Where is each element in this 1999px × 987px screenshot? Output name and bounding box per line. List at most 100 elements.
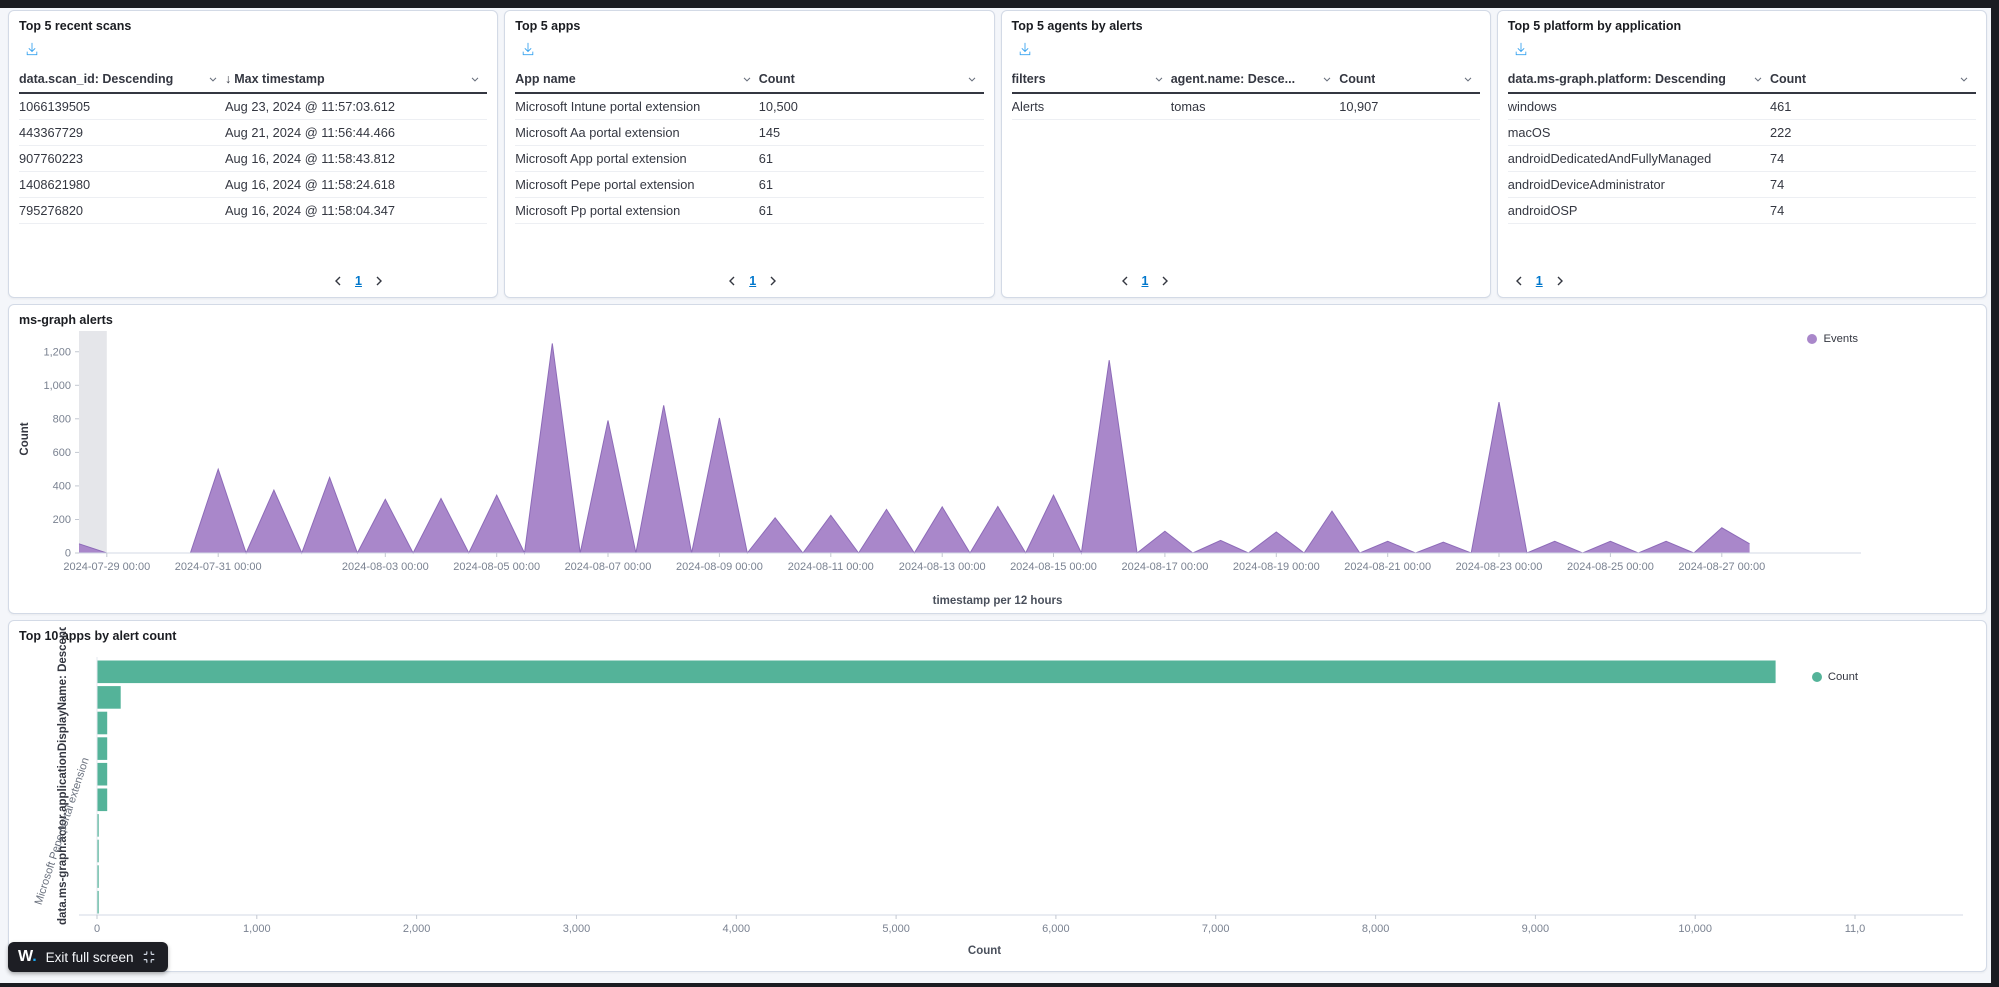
- x-tick-label: 2024-08-25 00:00: [1567, 561, 1654, 573]
- x-tick-label: 2024-08-21 00:00: [1344, 561, 1431, 573]
- partial-bucket-band: [79, 331, 107, 553]
- x-tick-label: 2,000: [403, 923, 431, 935]
- x-axis-title: Count: [9, 945, 1986, 957]
- bar-segment: [98, 789, 108, 812]
- panel-ms-graph-alerts: ms-graph alerts Events Count 2024-07-29 …: [8, 304, 1987, 614]
- panel-top5-apps: Top 5 apps App nameCountMicrosoft Intune…: [504, 10, 994, 298]
- table-cell: androidDedicatedAndFullyManaged: [1508, 146, 1770, 172]
- column-label: agent.name: Desce...: [1171, 72, 1295, 86]
- column-header[interactable]: ↓Max timestamp: [225, 67, 487, 93]
- x-tick-label: 2024-08-09 00:00: [676, 561, 763, 573]
- alerts-bar-chart[interactable]: 01,0002,0003,0004,0005,0006,0007,0008,00…: [19, 653, 1983, 945]
- column-header[interactable]: App name: [515, 67, 758, 93]
- pagination-next-button[interactable]: [1158, 272, 1172, 290]
- x-tick-label: 3,000: [563, 923, 591, 935]
- chevron-right-icon: [1160, 276, 1170, 286]
- table-row: androidDedicatedAndFullyManaged74: [1508, 146, 1976, 172]
- legend-label: Count: [1828, 671, 1858, 683]
- column-header[interactable]: data.ms-graph.platform: Descending: [1508, 67, 1770, 93]
- download-csv-button[interactable]: [1514, 42, 1528, 58]
- table-cell: Microsoft Aa portal extension: [515, 120, 758, 146]
- pagination-next-button[interactable]: [766, 272, 780, 290]
- chevron-left-icon: [333, 276, 343, 286]
- x-tick-label: 2024-08-05 00:00: [453, 561, 540, 573]
- pagination-page-1[interactable]: 1: [355, 274, 362, 288]
- pagination-prev-button[interactable]: [1512, 272, 1526, 290]
- column-header[interactable]: Count: [759, 67, 984, 93]
- table-cell: 1408621980: [19, 172, 225, 198]
- table-cell: Alerts: [1012, 93, 1171, 120]
- pagination-prev-button[interactable]: [725, 272, 739, 290]
- bar-segment: [98, 840, 99, 863]
- column-header[interactable]: Count: [1770, 67, 1976, 93]
- download-csv-button[interactable]: [1018, 42, 1032, 58]
- pagination-page-1[interactable]: 1: [749, 274, 756, 288]
- legend-item-count[interactable]: Count: [1812, 671, 1858, 683]
- pagination: 1: [331, 272, 386, 290]
- table-cell: androidDeviceAdministrator: [1508, 172, 1770, 198]
- column-header[interactable]: data.scan_id: Descending: [19, 67, 225, 93]
- table-row: 795276820Aug 16, 2024 @ 11:58:04.347: [19, 198, 487, 224]
- x-tick-label: 8,000: [1362, 923, 1390, 935]
- chevron-down-icon: [741, 73, 753, 85]
- table-cell: Aug 16, 2024 @ 11:58:43.812: [225, 146, 487, 172]
- events-area-series: [79, 343, 1750, 553]
- panel-top5-agents-by-alerts: Top 5 agents by alerts filtersagent.name…: [1001, 10, 1491, 298]
- legend-item-events[interactable]: Events: [1807, 333, 1858, 345]
- y-axis-title: data.ms-graph.actor.applicationDisplayNa…: [57, 627, 69, 925]
- chevron-down-icon: [1752, 73, 1764, 85]
- table-cell: Aug 16, 2024 @ 11:58:04.347: [225, 198, 487, 224]
- x-tick-label: 2024-08-03 00:00: [342, 561, 429, 573]
- sort-descending-icon: ↓: [225, 72, 231, 86]
- column-header[interactable]: Count: [1339, 67, 1479, 93]
- column-label: filters: [1012, 72, 1046, 86]
- x-tick-label: 5,000: [882, 923, 910, 935]
- column-header[interactable]: filters: [1012, 67, 1171, 93]
- chevron-down-icon: [1321, 73, 1333, 85]
- chevron-down-icon: [207, 73, 219, 85]
- panel-title: ms-graph alerts: [9, 305, 1986, 327]
- table-cell: 10,500: [759, 93, 984, 120]
- table-cell: 443367729: [19, 120, 225, 146]
- table-cell: 907760223: [19, 146, 225, 172]
- pagination-prev-button[interactable]: [1118, 272, 1132, 290]
- exit-fullscreen-button[interactable]: W. Exit full screen: [8, 942, 168, 972]
- pagination-next-button[interactable]: [372, 272, 386, 290]
- y-tick-label: 0: [65, 548, 71, 560]
- table-cell: macOS: [1508, 120, 1770, 146]
- table-row: 907760223Aug 16, 2024 @ 11:58:43.812: [19, 146, 487, 172]
- chevron-down-icon: [1462, 73, 1474, 85]
- pagination-next-button[interactable]: [1553, 272, 1567, 290]
- events-area-chart[interactable]: 2024-07-29 00:002024-07-31 00:002024-08-…: [19, 329, 1983, 595]
- pagination-prev-button[interactable]: [331, 272, 345, 290]
- column-label: data.ms-graph.platform: Descending: [1508, 72, 1726, 86]
- table-cell: 222: [1770, 120, 1976, 146]
- chevron-down-icon: [966, 73, 978, 85]
- chevron-down-icon: [1958, 73, 1970, 85]
- pagination-page-1[interactable]: 1: [1142, 274, 1149, 288]
- wazuh-logo: W.: [18, 948, 37, 966]
- table-cell: 74: [1770, 198, 1976, 224]
- chevron-left-icon: [1514, 276, 1524, 286]
- table-cell: 10,907: [1339, 93, 1479, 120]
- chevron-right-icon: [374, 276, 384, 286]
- table-row: 1408621980Aug 16, 2024 @ 11:58:24.618: [19, 172, 487, 198]
- pagination-page-1[interactable]: 1: [1536, 274, 1543, 288]
- bar-segment: [98, 814, 99, 837]
- y-tick-label: 400: [53, 480, 71, 492]
- download-csv-button[interactable]: [521, 42, 535, 58]
- table-row: Microsoft Aa portal extension145: [515, 120, 983, 146]
- legend-label: Events: [1823, 333, 1858, 345]
- table-cell: Microsoft Intune portal extension: [515, 93, 758, 120]
- table-cell: 1066139505: [19, 93, 225, 120]
- column-header[interactable]: agent.name: Desce...: [1171, 67, 1340, 93]
- y-tick-label: 600: [53, 447, 71, 459]
- x-tick-label: 2024-08-17 00:00: [1121, 561, 1208, 573]
- browser-fullscreen-frame: Top 5 recent scans data.scan_id: Descend…: [0, 0, 1999, 987]
- x-tick-label: 2024-08-13 00:00: [899, 561, 986, 573]
- y-tick-label: 1,200: [43, 346, 71, 358]
- table-cell: Aug 21, 2024 @ 11:56:44.466: [225, 120, 487, 146]
- download-csv-button[interactable]: [25, 42, 39, 58]
- table-row: 1066139505Aug 23, 2024 @ 11:57:03.612: [19, 93, 487, 120]
- bar-segment: [98, 891, 99, 914]
